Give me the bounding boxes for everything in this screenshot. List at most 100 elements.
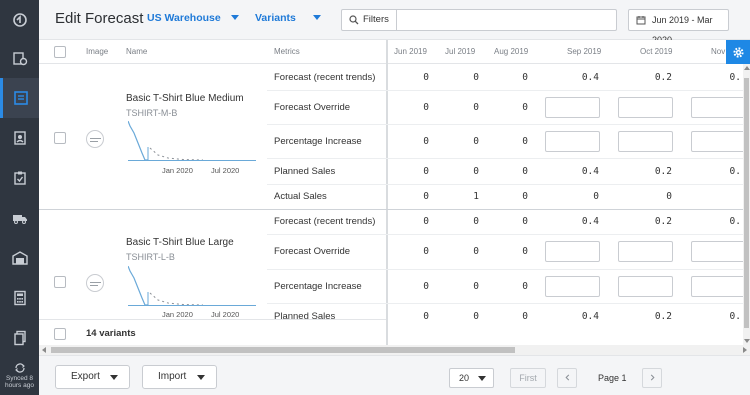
product-separator [39, 209, 743, 210]
scroll-down-icon[interactable] [744, 339, 750, 343]
variants-checkbox[interactable] [54, 328, 66, 340]
percentage-input[interactable] [618, 276, 673, 297]
page-indicator: Page 1 [598, 373, 627, 383]
scroll-left-icon[interactable] [42, 347, 46, 353]
chevron-left-icon [564, 374, 569, 381]
forecast-value: 0 [473, 216, 479, 227]
search-icon [349, 15, 359, 25]
filters-search[interactable]: Filters [341, 9, 617, 31]
scroll-thumb[interactable] [744, 78, 749, 328]
row-divider [267, 124, 743, 125]
override-input[interactable] [618, 97, 673, 118]
planned-value: 0. [729, 166, 741, 177]
scroll-up-icon[interactable] [744, 66, 750, 70]
product-sku: TSHIRT-L-B [126, 252, 175, 262]
metric-label: Forecast (recent trends) [274, 72, 376, 83]
planned-value: 0. [729, 311, 741, 322]
forecast-value: 0. [729, 72, 741, 83]
planned-value: 0 [522, 166, 528, 177]
percentage-input[interactable] [545, 131, 600, 152]
page-title: Edit Forecast [55, 10, 144, 27]
metric-label: Actual Sales [274, 191, 327, 202]
sparkline-axis-label: Jul 2020 [211, 166, 240, 175]
purchase-orders-icon[interactable] [0, 38, 39, 78]
scroll-right-icon[interactable] [743, 347, 747, 353]
warehouse-select[interactable]: US Warehouse [147, 12, 239, 24]
percentage-value: 0 [522, 136, 528, 147]
sync-status[interactable]: Synced 8 hours ago [0, 362, 39, 395]
row-checkbox[interactable] [54, 132, 66, 144]
override-input[interactable] [691, 241, 743, 262]
logo-icon[interactable] [0, 0, 39, 40]
override-input[interactable] [618, 241, 673, 262]
planned-value: 0 [423, 166, 429, 177]
contacts-icon[interactable] [0, 118, 39, 158]
product-name[interactable]: Basic T-Shirt Blue Medium [126, 93, 244, 104]
override-value: 0 [423, 102, 429, 113]
row-divider [267, 269, 743, 270]
first-page-label: First [519, 373, 537, 383]
forecast-value: 0 [522, 72, 528, 83]
row-divider [267, 234, 743, 235]
planned-value: 0.4 [581, 311, 599, 322]
row-checkbox[interactable] [54, 276, 66, 288]
forecast-value: 0 [423, 216, 429, 227]
truck-icon[interactable] [0, 198, 39, 238]
percentage-input[interactable] [691, 131, 743, 152]
sidebar: Synced 8 hours ago [0, 0, 39, 395]
column-header-month: Oct 2019 [640, 47, 673, 56]
percentage-value: 0 [423, 136, 429, 147]
actual-value: 0 [423, 191, 429, 202]
date-range-picker[interactable]: Jun 2019 - Mar 2020 [628, 9, 729, 45]
override-value: 0 [473, 102, 479, 113]
planned-value: 0 [522, 311, 528, 322]
filters-button[interactable]: Filters [342, 10, 397, 30]
percentage-value: 0 [423, 281, 429, 292]
next-page-button[interactable] [642, 368, 662, 388]
prev-page-button[interactable] [557, 368, 577, 388]
view-select-label: Variants [255, 12, 296, 24]
warehouse-icon[interactable] [0, 238, 39, 278]
forecast-value: 0.2 [654, 216, 672, 227]
forecast-value: 0.4 [581, 72, 599, 83]
documents-icon[interactable] [0, 318, 39, 358]
percentage-input[interactable] [691, 276, 743, 297]
horizontal-scrollbar[interactable] [39, 345, 750, 355]
sparkline-axis-label: Jan 2020 [162, 166, 193, 175]
footer-toolbar: Export Import 20 First Page 1 [39, 355, 750, 395]
override-input[interactable] [691, 97, 743, 118]
variants-count: 14 variants [86, 328, 136, 339]
percentage-input[interactable] [618, 131, 673, 152]
select-all-checkbox[interactable] [54, 46, 66, 58]
grid-settings-button[interactable] [726, 40, 750, 64]
scroll-thumb[interactable] [51, 347, 515, 353]
percentage-value: 0 [522, 281, 528, 292]
forecast-app: Synced 8 hours ago Edit Forecast US Ware… [0, 0, 750, 395]
view-select[interactable]: Variants [255, 12, 321, 24]
frozen-column-divider [386, 40, 388, 345]
sparkline-axis-label: Jul 2020 [211, 310, 240, 319]
metric-label: Forecast Override [274, 102, 351, 113]
column-header-month: Jul 2019 [445, 47, 476, 56]
header: Edit Forecast US Warehouse Variants Filt… [39, 0, 750, 45]
override-input[interactable] [545, 241, 600, 262]
forecast-icon[interactable] [0, 78, 39, 118]
override-input[interactable] [545, 97, 600, 118]
planned-value: 0.2 [654, 311, 672, 322]
import-label: Import [158, 371, 187, 382]
sales-sparkline [128, 266, 256, 306]
percentage-input[interactable] [545, 276, 600, 297]
chevron-down-icon [197, 375, 205, 380]
page-size-select[interactable]: 20 [449, 368, 494, 388]
forecast-value: 0.2 [654, 72, 672, 83]
export-button[interactable]: Export [55, 365, 130, 389]
first-page-button[interactable]: First [510, 368, 546, 388]
sales-sparkline [128, 121, 256, 161]
calculator-icon[interactable] [0, 278, 39, 318]
metric-label: Percentage Increase [274, 136, 362, 147]
product-name[interactable]: Basic T-Shirt Blue Large [126, 237, 234, 248]
vertical-scrollbar[interactable] [743, 64, 750, 345]
import-button[interactable]: Import [142, 365, 217, 389]
row-divider [267, 303, 743, 304]
clipboard-icon[interactable] [0, 158, 39, 198]
